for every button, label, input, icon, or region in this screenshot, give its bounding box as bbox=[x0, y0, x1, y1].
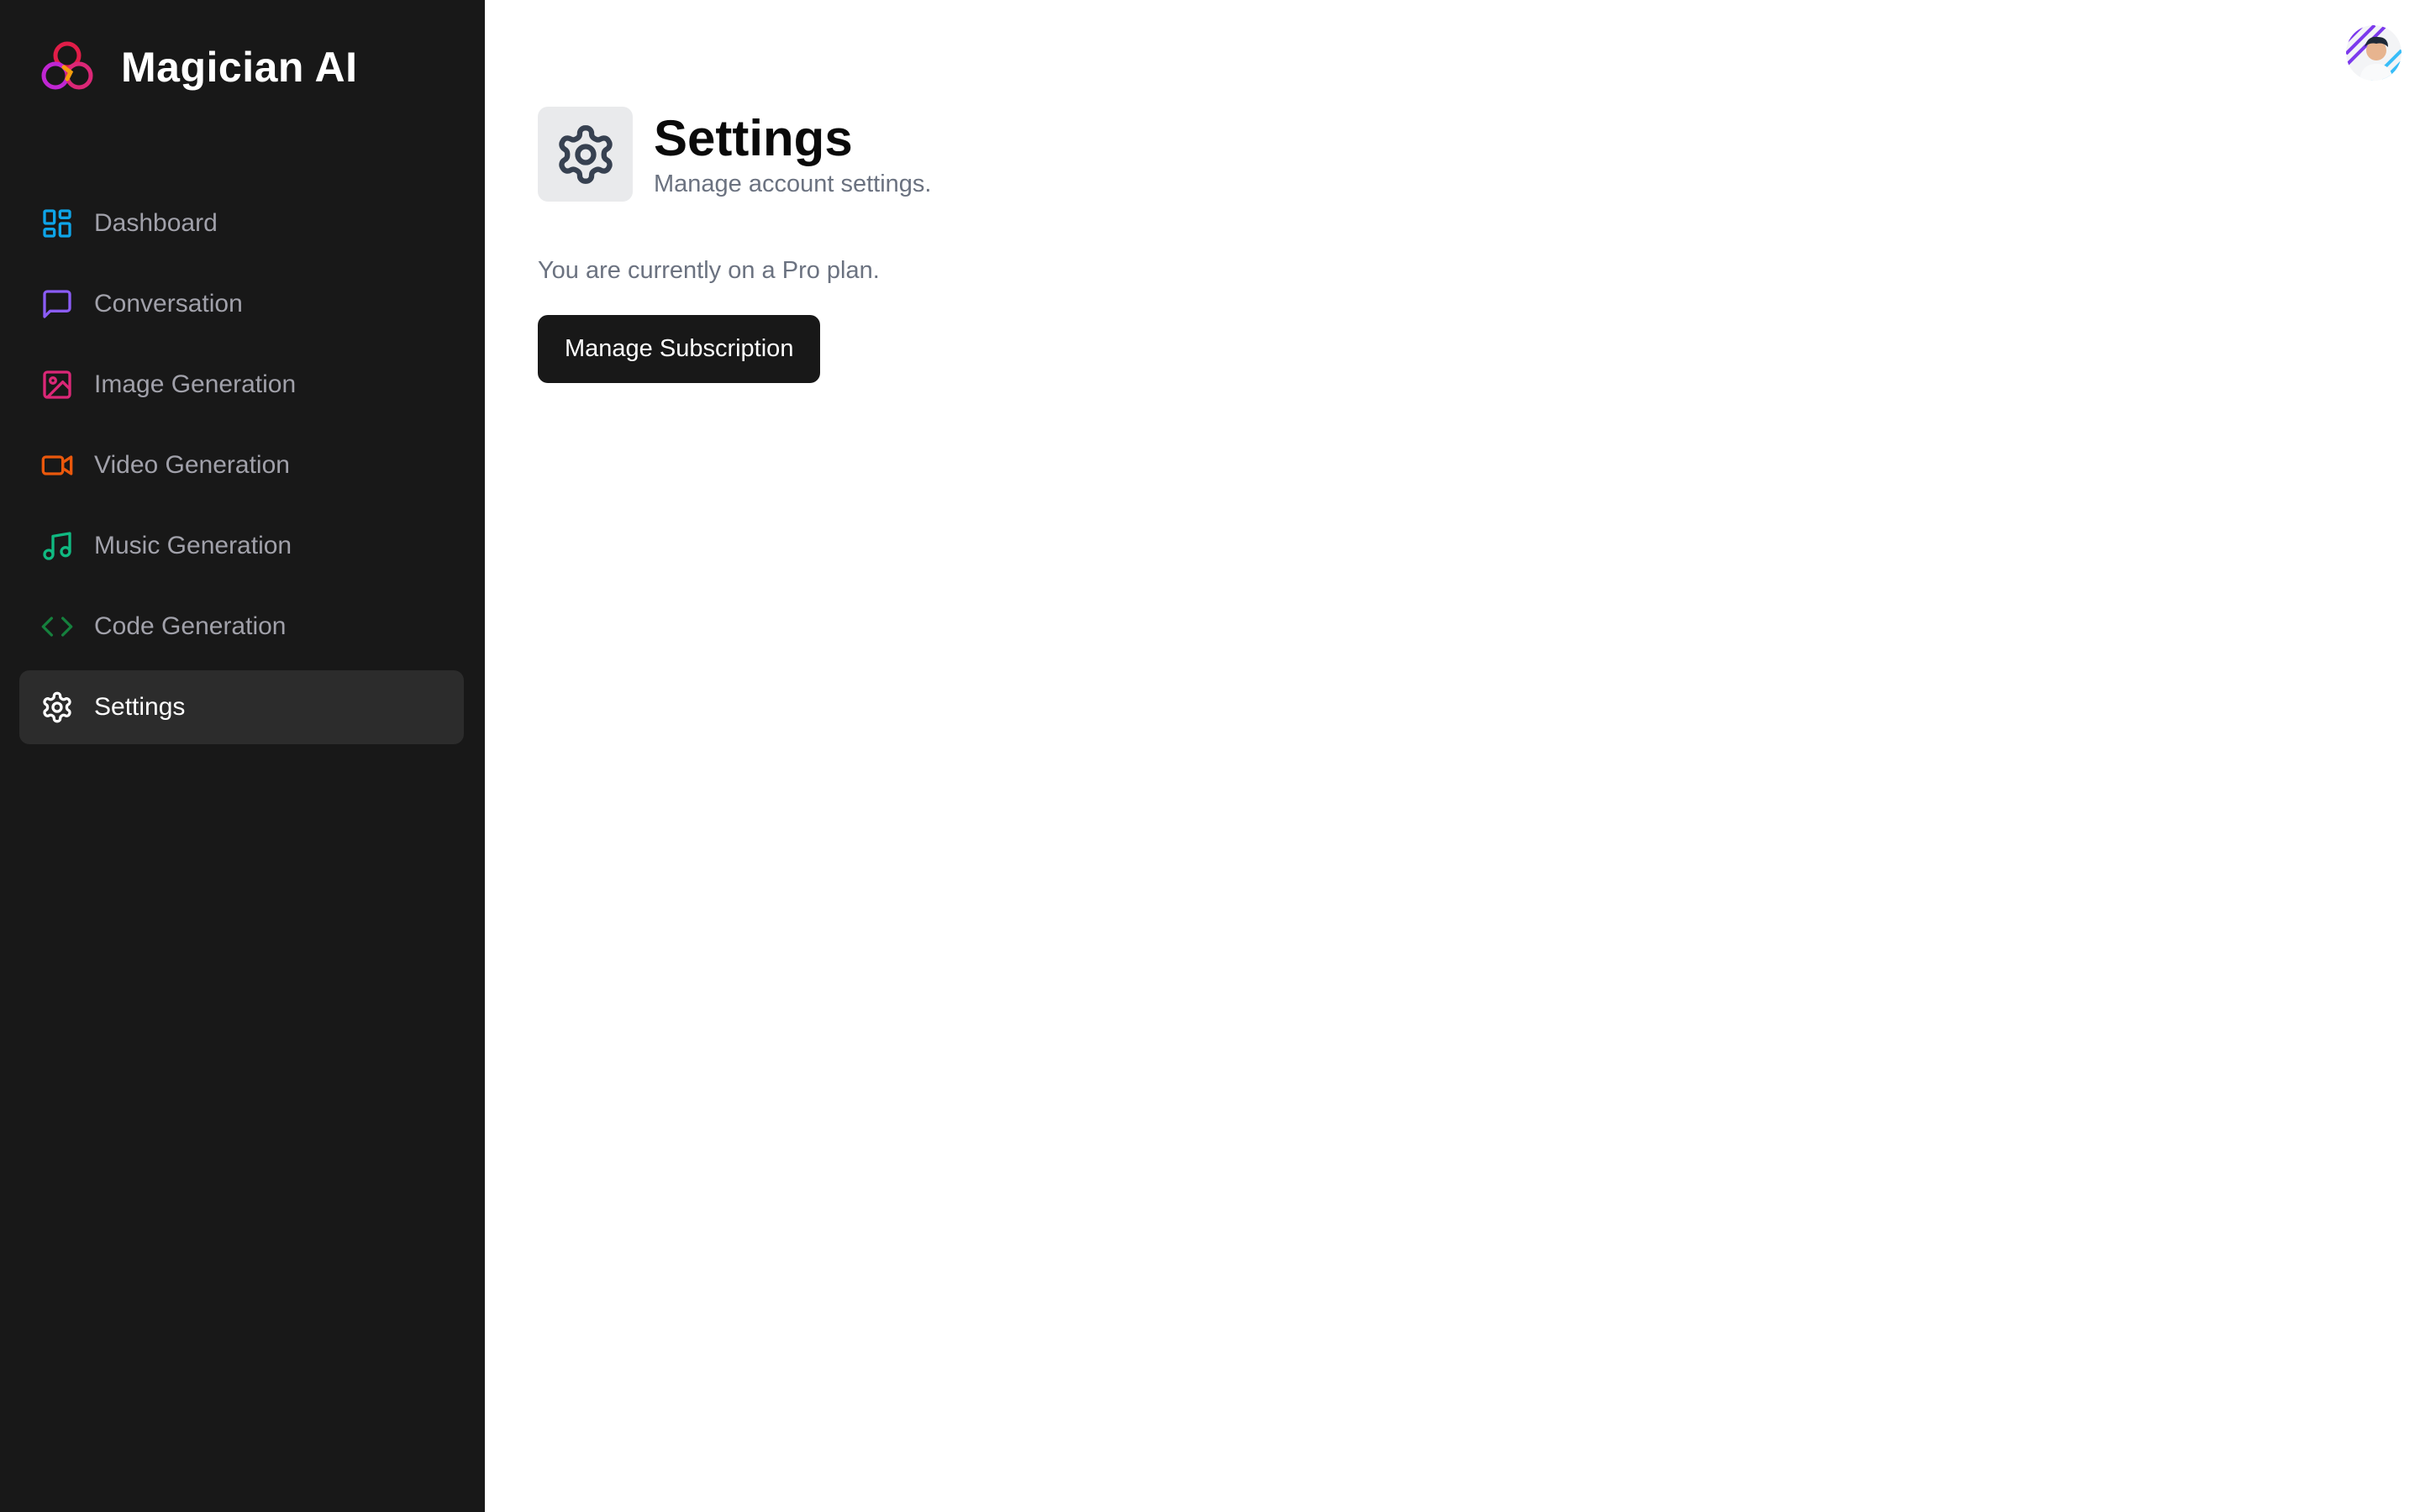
header-text: Settings Manage account settings. bbox=[654, 108, 931, 199]
brand[interactable]: Magician AI bbox=[39, 39, 357, 96]
sidebar-item-label: Video Generation bbox=[94, 451, 290, 479]
settings-icon bbox=[558, 124, 613, 184]
main-content: Settings Manage account settings. You ar… bbox=[485, 0, 2420, 1512]
sidebar-nav: Dashboard Conversation Image Generation bbox=[19, 186, 464, 751]
page-subtitle: Manage account settings. bbox=[654, 171, 932, 197]
user-avatar[interactable] bbox=[2346, 25, 2402, 81]
sidebar-item-code-generation[interactable]: Code Generation bbox=[19, 590, 464, 664]
sidebar-item-label: Image Generation bbox=[94, 370, 297, 398]
sidebar-item-label: Conversation bbox=[94, 290, 243, 318]
page-header: Settings Manage account settings. bbox=[538, 107, 931, 202]
sidebar-item-label: Music Generation bbox=[94, 532, 292, 559]
magician-logo-icon bbox=[41, 41, 93, 90]
sidebar-item-label: Dashboard bbox=[94, 209, 218, 237]
avatar-image-icon bbox=[2346, 25, 2402, 81]
sidebar-item-label: Code Generation bbox=[94, 612, 287, 640]
app-root: Magician AI Dashboard Conversation Image… bbox=[0, 0, 2420, 1512]
brand-name: Magician AI bbox=[121, 44, 358, 91]
header-icon-box bbox=[538, 107, 633, 202]
sidebar-item-label: Settings bbox=[94, 693, 186, 721]
message-square-icon bbox=[43, 290, 71, 318]
manage-subscription-button[interactable]: Manage Subscription bbox=[538, 315, 821, 383]
sidebar-item-image-generation[interactable]: Image Generation bbox=[19, 348, 464, 422]
sidebar-item-conversation[interactable]: Conversation bbox=[19, 267, 464, 341]
page-title: Settings bbox=[654, 110, 853, 166]
sidebar-item-music-generation[interactable]: Music Generation bbox=[19, 509, 464, 583]
dashboard-icon bbox=[43, 209, 71, 238]
code-icon bbox=[41, 617, 73, 637]
video-icon bbox=[41, 455, 73, 475]
sidebar-item-settings[interactable]: Settings bbox=[19, 670, 464, 744]
sidebar: Magician AI Dashboard Conversation Image… bbox=[0, 0, 485, 1512]
music-icon bbox=[43, 532, 71, 560]
sidebar-item-dashboard[interactable]: Dashboard bbox=[19, 186, 464, 260]
settings-icon bbox=[43, 691, 71, 723]
sidebar-item-video-generation[interactable]: Video Generation bbox=[19, 428, 464, 502]
plan-status-text: You are currently on a Pro plan. bbox=[538, 257, 880, 284]
image-icon bbox=[43, 370, 71, 399]
